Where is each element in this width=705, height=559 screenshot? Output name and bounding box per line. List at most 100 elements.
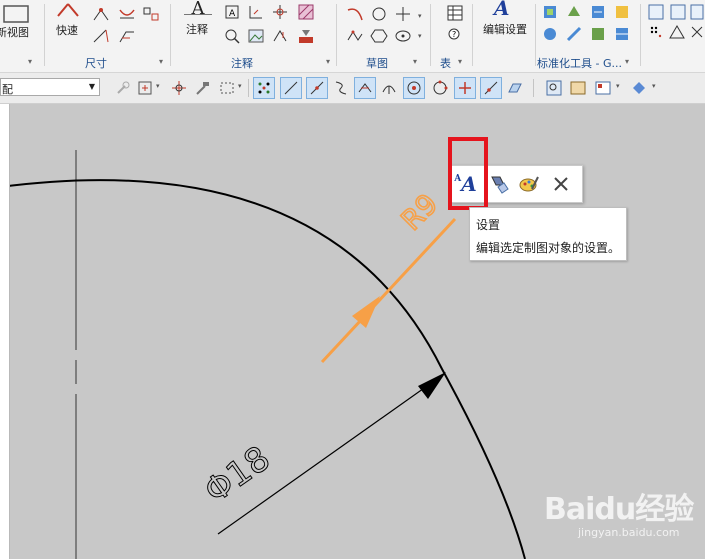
arc-center-snap-icon[interactable] [378, 77, 400, 99]
dimension-group-label: 尺寸 [85, 57, 107, 70]
ribbon: 新视图 ▾ 快速 尺寸 ▾ A 注释 A 注释 ▾ ▾ ▾ 草图 ▾ ? 表 ▾… [0, 0, 705, 73]
surface-finish-icon[interactable] [248, 4, 264, 20]
polygon-icon[interactable] [370, 28, 388, 44]
close-button[interactable] [547, 170, 575, 198]
angular-dim-icon[interactable] [118, 6, 136, 22]
view-group-launcher[interactable]: ▾ [28, 57, 32, 66]
weld-symbol-icon[interactable] [272, 28, 288, 44]
quadrant-snap-icon[interactable] [429, 77, 451, 99]
point-snap-icon[interactable] [454, 77, 476, 99]
studio-spline-icon[interactable] [346, 28, 364, 44]
new-view-label: 新视图 [0, 26, 29, 39]
tooltip-title: 设置 [476, 218, 501, 232]
type-filter-value: 配 [2, 83, 13, 96]
rectangle-select-icon[interactable] [216, 77, 238, 99]
std-tool-5-icon[interactable] [542, 26, 558, 42]
radial-dim-icon[interactable] [92, 28, 110, 44]
std-tool-1-icon[interactable] [542, 4, 558, 20]
highlight-box [448, 137, 488, 210]
crosshair-icon[interactable] [168, 77, 190, 99]
std-tool-3-icon[interactable] [590, 4, 606, 20]
select-feature-dropdown[interactable]: ▾ [156, 82, 160, 90]
grid-dots-icon[interactable] [648, 24, 664, 40]
datum-target-icon[interactable] [272, 4, 288, 20]
circle-center-snap-icon[interactable] [403, 77, 425, 99]
parts-list-icon[interactable]: ? [447, 27, 463, 43]
diameter-arrowhead [418, 372, 446, 399]
render-style-dropdown[interactable]: ▾ [652, 82, 656, 90]
note-button[interactable]: A 注释 [182, 0, 216, 50]
sketch-more-dropdown[interactable]: ▾ [418, 12, 422, 20]
new-view-button[interactable]: 新视图 [0, 4, 36, 54]
sketch-group-launcher[interactable]: ▾ [413, 57, 417, 66]
cross-icon[interactable] [690, 24, 704, 40]
snap-grid-icon[interactable] [253, 77, 275, 99]
ordinate-dim-icon[interactable] [142, 6, 160, 22]
left-border-strip [0, 104, 10, 559]
feature-control-icon[interactable]: A [224, 4, 240, 20]
curve-snap-icon[interactable] [330, 77, 352, 99]
std-tools-group-launcher[interactable]: ▾ [625, 57, 629, 66]
intersection-snap-icon[interactable] [354, 77, 376, 99]
style-button[interactable] [485, 170, 513, 198]
layout-icon[interactable] [592, 77, 614, 99]
on-curve-snap-icon[interactable] [480, 77, 502, 99]
hammer-icon[interactable] [192, 77, 214, 99]
annotation-group-label: 注释 [231, 57, 253, 70]
image-icon[interactable] [248, 28, 264, 44]
render-style-icon[interactable] [628, 77, 650, 99]
std-tool-7-icon[interactable] [590, 26, 606, 42]
table-icon[interactable] [447, 5, 463, 21]
frame-icon[interactable] [648, 4, 664, 20]
linear-dim-icon[interactable] [92, 6, 110, 22]
style-icon [491, 176, 509, 194]
table-group-label: 表 [440, 57, 451, 70]
rectangle-select-dropdown[interactable]: ▾ [238, 82, 242, 90]
symbol-icon[interactable] [298, 28, 314, 44]
std-tools-group-label: 标准化工具 - G... [537, 57, 622, 70]
std-tool-2-icon[interactable] [566, 4, 582, 20]
selection-toolbar: 配 ▼ ▾ ▾ ▾ ▾ [0, 73, 705, 104]
ellipse-icon[interactable] [394, 28, 412, 44]
rapid-dimension-button[interactable]: 快速 [50, 2, 86, 52]
rapid-label: 快速 [56, 24, 78, 37]
std-tool-4-icon[interactable] [614, 4, 630, 20]
layout-dropdown[interactable]: ▾ [616, 82, 620, 90]
surface-snap-icon[interactable] [504, 77, 526, 99]
arc-icon[interactable] [346, 6, 364, 22]
wrench-icon[interactable] [112, 77, 134, 99]
annotation-group-launcher[interactable]: ▾ [326, 57, 330, 66]
midpoint-snap-icon[interactable] [306, 77, 328, 99]
view-icon [3, 5, 29, 23]
radius-dimension-line [320, 217, 457, 364]
point-icon[interactable] [394, 6, 412, 22]
edit-settings-button[interactable]: A 编辑设置 [480, 0, 532, 50]
frame3-icon[interactable] [690, 4, 704, 20]
dimension-group-launcher[interactable]: ▾ [159, 57, 163, 66]
circle-icon[interactable] [370, 6, 388, 22]
tooltip-description: 编辑选定制图对象的设置。 [476, 241, 621, 255]
frame2-icon[interactable] [670, 4, 686, 20]
triangle-icon[interactable] [669, 24, 685, 40]
watermark-url: jingyan.baidu.com [578, 526, 680, 539]
radius-dimension-text: R9 [395, 187, 445, 237]
chamfer-dim-icon[interactable] [118, 28, 136, 44]
std-tool-6-icon[interactable] [566, 26, 582, 42]
palette-button[interactable] [515, 170, 543, 198]
edit-settings-icon: A [494, 0, 510, 20]
zoom-icon[interactable] [224, 28, 240, 44]
std-tool-8-icon[interactable] [614, 26, 630, 42]
select-feature-icon[interactable] [134, 77, 156, 99]
tooltip: 设置 编辑选定制图对象的设置。 [469, 207, 627, 261]
endpoint-snap-icon[interactable] [280, 77, 302, 99]
chevron-down-icon: ▼ [88, 82, 95, 91]
view-window-icon[interactable] [567, 77, 589, 99]
type-filter-select[interactable]: 配 ▼ [0, 78, 100, 96]
watermark-text: Baidu经验 [544, 492, 694, 527]
hatch-icon[interactable] [298, 4, 314, 20]
table-group-launcher[interactable]: ▾ [458, 57, 462, 66]
palette-icon [519, 176, 539, 192]
edit-settings-label: 编辑设置 [483, 23, 527, 36]
view-fit-icon[interactable] [543, 77, 565, 99]
sketch-more-dropdown-2[interactable]: ▾ [418, 32, 422, 40]
